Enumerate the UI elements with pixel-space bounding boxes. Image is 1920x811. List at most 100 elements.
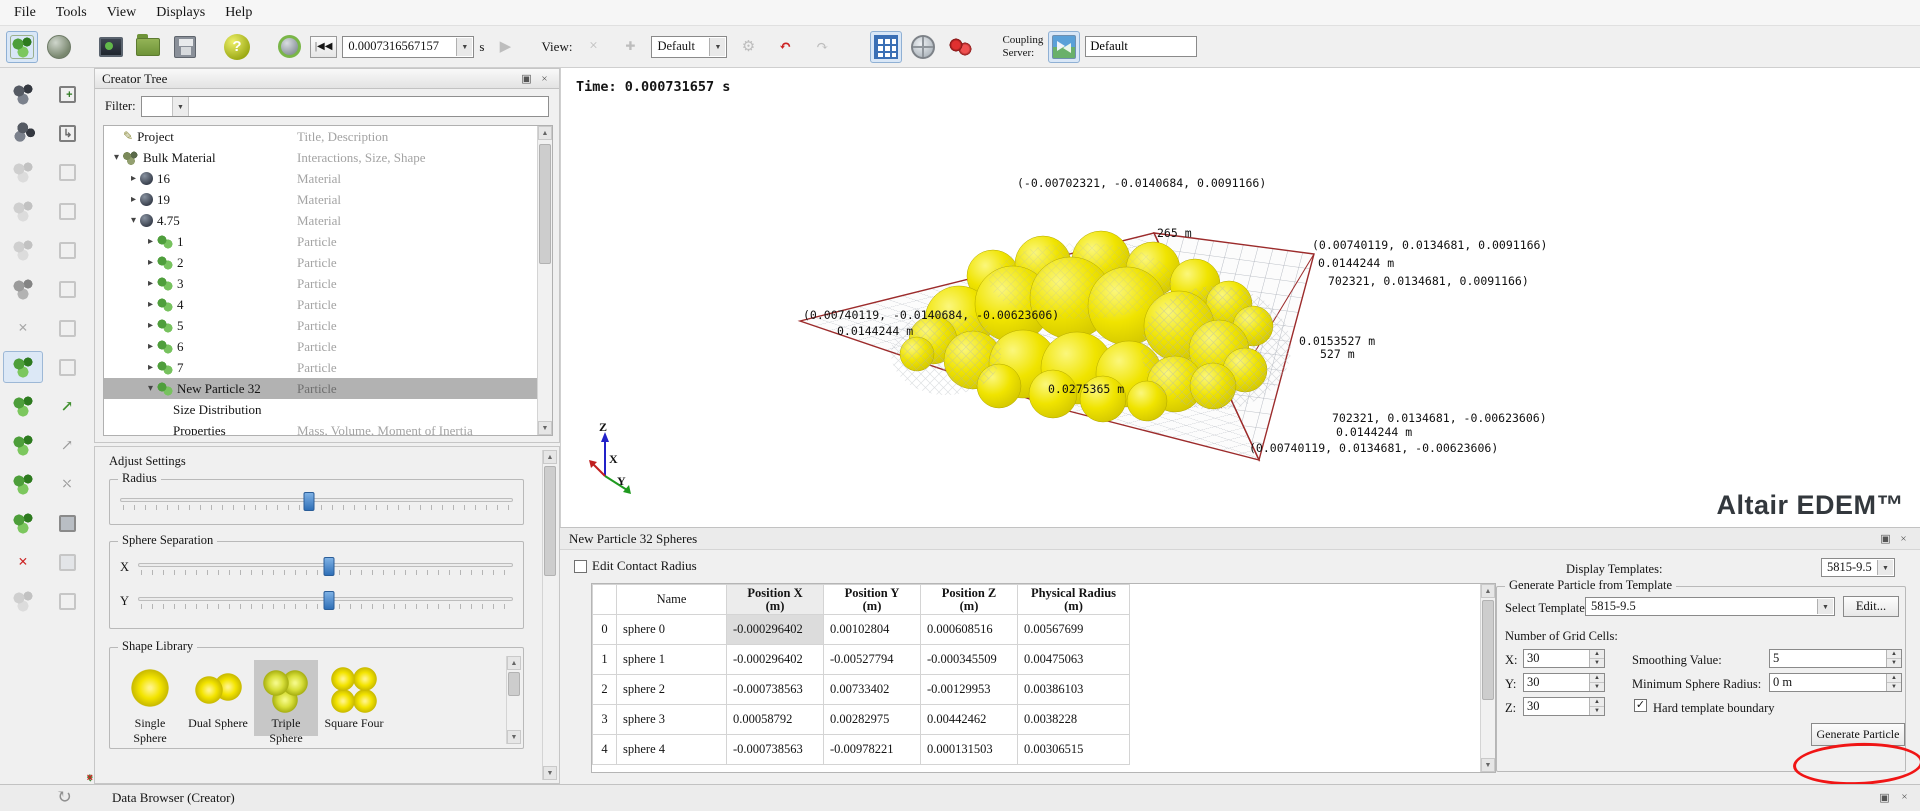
- physical-radius-header[interactable]: Physical Radius (m): [1017, 584, 1130, 615]
- scroll-up-icon[interactable]: ▲: [543, 450, 557, 464]
- spin-down-icon[interactable]: ▼: [1887, 659, 1901, 667]
- tree-item-size-distribution[interactable]: Size Distribution: [104, 399, 552, 420]
- cell-position-y[interactable]: 0.00282975: [823, 704, 921, 735]
- table-scrollbar[interactable]: ▲ ▼: [1480, 584, 1495, 772]
- cell-position-x[interactable]: -0.000738563: [726, 674, 824, 705]
- creator-mode-button[interactable]: [6, 30, 38, 63]
- cell-position-z[interactable]: -0.000345509: [920, 644, 1018, 675]
- tree-item-particle-3[interactable]: 3 Particle: [104, 273, 552, 294]
- close-panel-icon[interactable]: ×: [1896, 533, 1911, 545]
- y-cells-spinbox[interactable]: 30 ▲ ▼: [1523, 673, 1605, 692]
- menu-displays[interactable]: Displays: [146, 2, 215, 24]
- shape-square-four[interactable]: Square Four: [322, 660, 386, 736]
- menu-file[interactable]: File: [4, 2, 46, 24]
- cell-position-z[interactable]: -0.00129953: [920, 674, 1018, 705]
- shape-library-scrollbar[interactable]: ▲ ▼: [506, 656, 521, 744]
- cell-position-x[interactable]: -0.000738563: [726, 734, 824, 765]
- left-tool-icon[interactable]: ×: [3, 546, 43, 578]
- simulator-button[interactable]: [95, 31, 127, 63]
- cell-radius[interactable]: 0.0038228: [1017, 704, 1130, 735]
- panel-scrollbar[interactable]: ▲ ▼: [542, 450, 557, 780]
- hard-boundary-checkbox[interactable]: ✓: [1634, 699, 1647, 712]
- tree-item-particle-5[interactable]: 5 Particle: [104, 315, 552, 336]
- shape-single-sphere[interactable]: Single Sphere: [118, 660, 182, 745]
- cell-position-y[interactable]: 0.00102804: [823, 614, 921, 645]
- smoothing-spinbox[interactable]: 5 ▲ ▼: [1769, 649, 1902, 668]
- shape-triple-sphere[interactable]: Triple Sphere: [254, 660, 318, 745]
- scroll-up-icon[interactable]: ▲: [507, 656, 521, 670]
- cell-name[interactable]: sphere 3: [616, 704, 727, 735]
- left-tool-icon[interactable]: +: [3, 390, 93, 784]
- left-tool-icon[interactable]: [3, 273, 43, 305]
- left-tool-icon[interactable]: [47, 351, 87, 383]
- scroll-thumb[interactable]: [508, 672, 520, 696]
- expand-arrow-icon[interactable]: [144, 257, 157, 268]
- tree-item-material-475[interactable]: 4.75 Material: [104, 210, 552, 231]
- tree-item-project[interactable]: ✎ Project Title, Description: [104, 126, 552, 147]
- spin-down-icon[interactable]: ▼: [1590, 659, 1604, 667]
- scroll-thumb[interactable]: [539, 144, 551, 264]
- record-button[interactable]: [273, 31, 305, 63]
- chevron-down-icon[interactable]: ▼: [456, 37, 473, 56]
- left-tool-icon[interactable]: ↗: [47, 390, 87, 422]
- left-tool-icon[interactable]: [47, 156, 87, 188]
- left-tool-icon[interactable]: ↗: [47, 429, 87, 461]
- cell-name[interactable]: sphere 2: [616, 674, 727, 705]
- left-tool-icon[interactable]: [3, 116, 43, 150]
- cell-position-y[interactable]: -0.00527794: [823, 644, 921, 675]
- play-button[interactable]: ▶: [489, 31, 521, 63]
- left-tool-icon[interactable]: [47, 234, 87, 266]
- save-button[interactable]: [169, 31, 201, 63]
- display-templates-combobox[interactable]: 5815-9.5 ▼: [1821, 558, 1895, 577]
- edit-template-button[interactable]: Edit...: [1843, 596, 1899, 617]
- tree-item-properties[interactable]: Properties Mass, Volume, Moment of Inert…: [104, 420, 552, 436]
- cell-position-x[interactable]: -0.000296402: [726, 644, 824, 675]
- expand-arrow-icon[interactable]: [144, 236, 157, 247]
- undo-button[interactable]: ↶: [769, 31, 801, 63]
- domain-view-button[interactable]: [907, 31, 939, 63]
- cell-position-y[interactable]: -0.00978221: [823, 734, 921, 765]
- tree-item-particle-2[interactable]: 2 Particle: [104, 252, 552, 273]
- expand-arrow-icon[interactable]: [144, 278, 157, 289]
- z-cells-spinbox[interactable]: 30 ▲ ▼: [1523, 697, 1605, 716]
- generate-particle-button[interactable]: Generate Particle: [1811, 723, 1905, 746]
- spin-up-icon[interactable]: ▲: [1590, 698, 1604, 707]
- position-x-header[interactable]: Position X (m): [726, 584, 824, 615]
- spin-up-icon[interactable]: ▲: [1887, 650, 1901, 659]
- spin-up-icon[interactable]: ▲: [1590, 650, 1604, 659]
- float-panel-icon[interactable]: ▣: [1878, 532, 1893, 545]
- view-settings-button[interactable]: ⚙: [732, 31, 764, 63]
- cell-radius[interactable]: 0.00306515: [1017, 734, 1130, 765]
- close-panel-icon[interactable]: ×: [537, 73, 552, 85]
- scroll-thumb[interactable]: [544, 466, 556, 576]
- cell-position-x[interactable]: 0.00058792: [726, 704, 824, 735]
- spin-up-icon[interactable]: ▲: [1887, 674, 1901, 683]
- coupling-server-input[interactable]: [1085, 36, 1198, 57]
- cell-radius[interactable]: 0.00475063: [1017, 644, 1130, 675]
- scroll-up-icon[interactable]: ▲: [538, 126, 552, 140]
- open-file-button[interactable]: [132, 31, 164, 63]
- scroll-up-icon[interactable]: ▲: [1481, 584, 1495, 598]
- 3d-viewport[interactable]: Z X Y Time: 0.000731657 s (-0.00702321, …: [560, 68, 1920, 527]
- cell-radius[interactable]: 0.00386103: [1017, 674, 1130, 705]
- cell-name[interactable]: sphere 0: [616, 614, 727, 645]
- expand-arrow-icon[interactable]: [144, 383, 157, 394]
- view-combobox[interactable]: Default ▼: [651, 35, 728, 58]
- chevron-down-icon[interactable]: ▼: [172, 97, 189, 116]
- expand-arrow-icon[interactable]: [110, 152, 123, 163]
- float-panel-icon[interactable]: ▣: [1877, 791, 1892, 804]
- left-tool-icon[interactable]: [3, 429, 43, 461]
- scroll-down-icon[interactable]: ▼: [1481, 758, 1495, 772]
- left-tool-icon[interactable]: [47, 195, 87, 227]
- menu-help[interactable]: Help: [215, 2, 262, 24]
- redo-button[interactable]: ↷: [806, 31, 838, 63]
- tree-item-particle-4[interactable]: 4 Particle: [104, 294, 552, 315]
- cell-position-y[interactable]: 0.00733402: [823, 674, 921, 705]
- index-header[interactable]: [592, 584, 617, 615]
- geometry-mode-button[interactable]: [43, 31, 75, 63]
- cell-position-z[interactable]: 0.000608516: [920, 614, 1018, 645]
- spin-up-icon[interactable]: ▲: [1590, 674, 1604, 683]
- cell-name[interactable]: sphere 1: [616, 644, 727, 675]
- refresh-icon[interactable]: ↻: [56, 786, 72, 809]
- cell-position-z[interactable]: 0.00442462: [920, 704, 1018, 735]
